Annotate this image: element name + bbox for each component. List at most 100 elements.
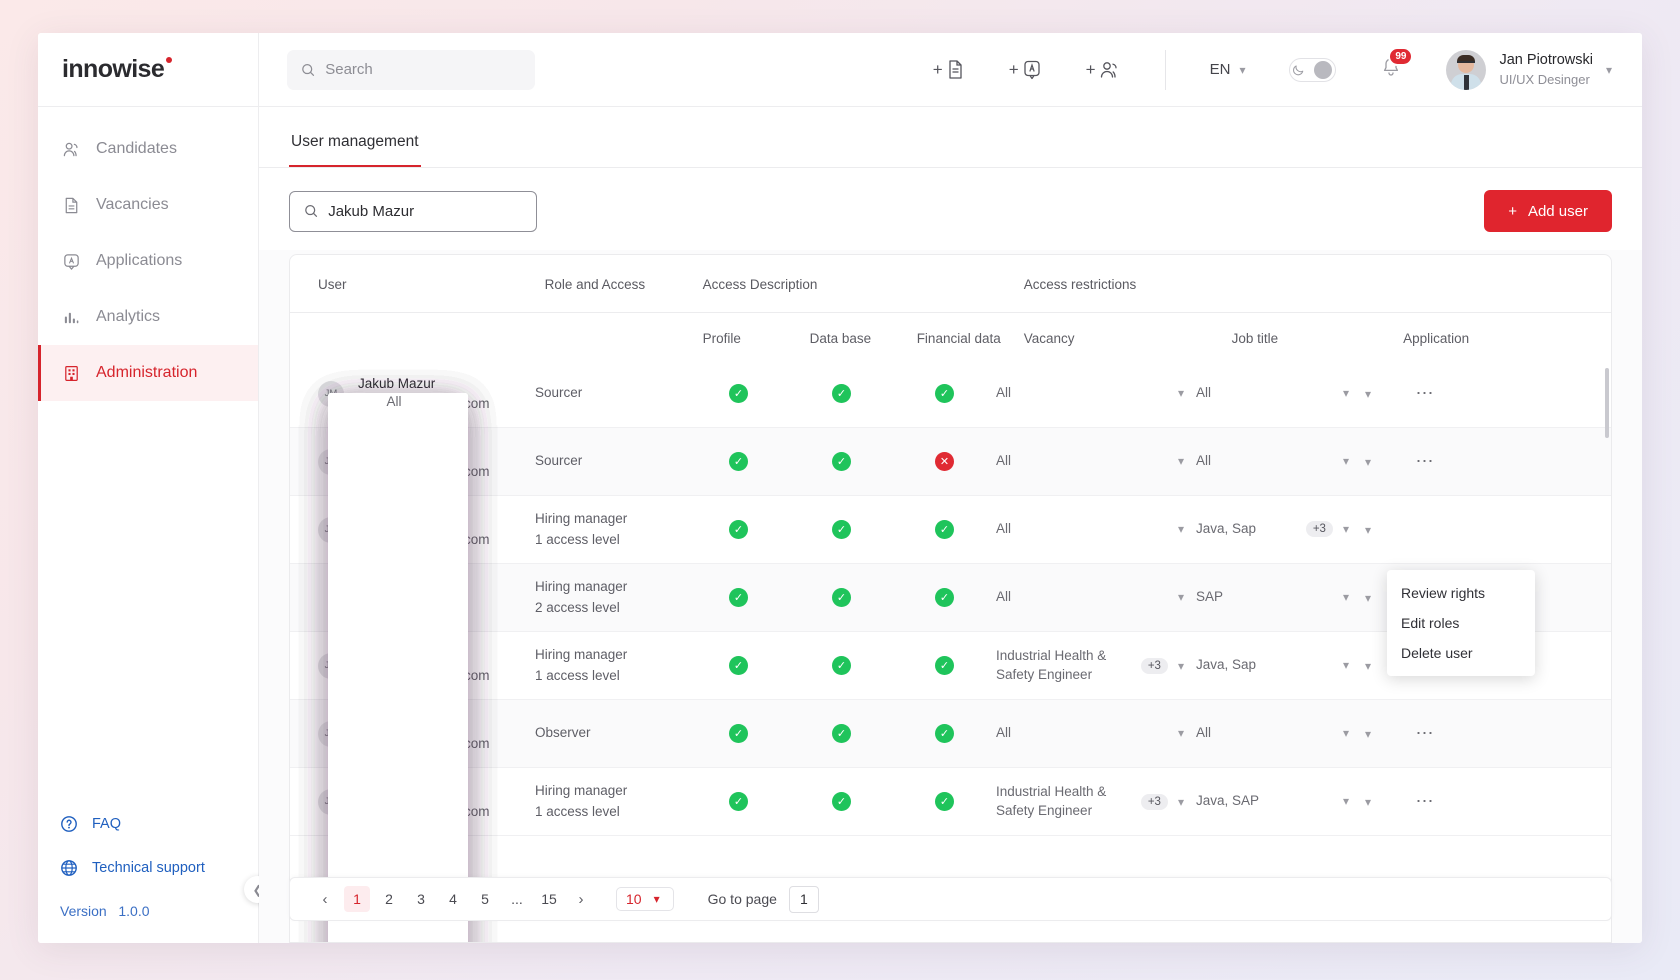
row-actions-button[interactable]: ⋯: [1395, 451, 1455, 472]
cell-application-caret[interactable]: ▾: [1361, 727, 1395, 741]
cell-application[interactable]: All: [328, 393, 468, 942]
chevron-down-icon[interactable]: ▾: [1339, 794, 1353, 808]
pagination-page[interactable]: 15: [536, 886, 562, 912]
menu-item-delete-user[interactable]: Delete user: [1387, 638, 1535, 668]
menu-item-review-rights[interactable]: Review rights: [1387, 578, 1535, 608]
cell-job-title[interactable]: All ▾: [1196, 724, 1361, 743]
chevron-down-icon[interactable]: ▾: [1174, 726, 1188, 740]
technical-support-link[interactable]: Technical support: [60, 859, 258, 877]
chevron-down-icon[interactable]: ▾: [1339, 658, 1353, 672]
cell-application-caret[interactable]: ▾: [1361, 387, 1395, 401]
chevron-down-icon[interactable]: ▾: [1361, 659, 1375, 673]
sidebar-item-vacancies[interactable]: Vacancies: [38, 177, 258, 233]
sidebar-item-administration[interactable]: Administration: [38, 345, 258, 401]
add-document-button[interactable]: +: [933, 59, 965, 80]
profile-menu[interactable]: Jan Piotrowski UI/UX Desinger ▾: [1446, 49, 1612, 90]
add-user-button[interactable]: + Add user: [1484, 190, 1612, 232]
global-search-input[interactable]: [325, 61, 521, 78]
add-application-button[interactable]: +: [1009, 59, 1042, 80]
cell-financial-data: ✓: [893, 520, 996, 539]
chevron-down-icon[interactable]: ▾: [1339, 726, 1353, 740]
chevron-down-icon[interactable]: ▾: [1174, 659, 1188, 673]
sidebar-item-label: Applications: [96, 252, 183, 269]
chevron-down-icon[interactable]: ▾: [1361, 591, 1375, 605]
row-actions-button[interactable]: ⋯: [1395, 791, 1455, 812]
cell-application-caret[interactable]: ▾: [1361, 795, 1395, 809]
language-selector[interactable]: EN ▾: [1210, 61, 1246, 78]
cell-vacancy[interactable]: All ▾: [996, 520, 1196, 539]
chevron-down-icon[interactable]: ▾: [1339, 590, 1353, 604]
cell-job-title[interactable]: Java, SAP ▾: [1196, 792, 1361, 811]
table-row[interactable]: JMJakub MazurJakub@innowise.comObserver✓…: [290, 393, 1611, 942]
row-actions-button[interactable]: ⋯: [1395, 723, 1455, 744]
cell-job-title[interactable]: Java, Sap ▾: [1196, 656, 1361, 675]
dark-mode-toggle[interactable]: [1289, 57, 1337, 82]
sidebar-item-applications[interactable]: Applications: [38, 233, 258, 289]
toggle-knob: [1314, 60, 1333, 79]
sidebar-item-candidates[interactable]: Candidates: [38, 121, 258, 177]
go-to-page-input[interactable]: [788, 885, 819, 913]
chevron-down-icon[interactable]: ▾: [1361, 727, 1375, 741]
chevron-down-icon[interactable]: ▾: [1339, 522, 1353, 536]
chevron-down-icon[interactable]: ▾: [1339, 454, 1353, 468]
chevron-down-icon[interactable]: ▾: [1361, 523, 1375, 537]
cell-role: Hiring manager 1 access level: [535, 647, 628, 683]
cell-job-title[interactable]: All ▾: [1196, 452, 1361, 471]
pagination-next[interactable]: ›: [568, 886, 594, 912]
faq-link[interactable]: FAQ: [60, 815, 258, 833]
pagination-prev[interactable]: ‹: [312, 886, 338, 912]
cell-vacancy[interactable]: All ▾: [996, 588, 1196, 607]
people-icon: [1100, 62, 1117, 78]
notifications-button[interactable]: 99: [1380, 46, 1414, 84]
menu-item-edit-roles[interactable]: Edit roles: [1387, 608, 1535, 638]
sidebar-item-analytics[interactable]: Analytics: [38, 289, 258, 345]
cross-icon: ✕: [935, 452, 954, 471]
cell-vacancy[interactable]: All ▾: [996, 724, 1196, 743]
chevron-down-icon[interactable]: ▾: [1174, 795, 1188, 809]
pagination-page[interactable]: 4: [440, 886, 466, 912]
user-search-input[interactable]: [328, 202, 522, 220]
chevron-down-icon[interactable]: ▾: [1361, 387, 1375, 401]
cell-profile: ✓: [687, 384, 790, 403]
chevron-down-icon: ▾: [653, 892, 660, 906]
table-row[interactable]: JMJakub MazurJakub@innowise.comHiring ma…: [290, 393, 1611, 942]
table-row[interactable]: JMJakub MazurJakub@innowise.comHiring ma…: [290, 393, 1611, 942]
check-icon: ✓: [729, 656, 748, 675]
cell-vacancy[interactable]: Industrial Health & Safety Engineer +3 ▾: [996, 783, 1196, 821]
cell-application-caret[interactable]: ▾: [1361, 523, 1395, 537]
cell-vacancy[interactable]: All ▾: [996, 384, 1196, 403]
chevron-down-icon[interactable]: ▾: [1174, 522, 1188, 536]
tab-user-management[interactable]: User management: [289, 107, 421, 167]
row-actions-button[interactable]: ⋯: [1395, 383, 1455, 404]
pagination-page[interactable]: 5: [472, 886, 498, 912]
cell-financial-data: ✓: [893, 384, 996, 403]
chevron-down-icon[interactable]: ▾: [1174, 454, 1188, 468]
cell-job-title[interactable]: SAP ▾: [1196, 588, 1361, 607]
vacancy-value: All: [996, 453, 1012, 469]
cell-application-caret[interactable]: ▾: [1361, 455, 1395, 469]
user-search[interactable]: [289, 190, 537, 232]
chevron-down-icon[interactable]: ▾: [1339, 386, 1353, 400]
job-title-value: Java, SAP: [1196, 793, 1260, 809]
check-icon: ✓: [832, 384, 851, 403]
pagination-page[interactable]: 3: [408, 886, 434, 912]
per-page-selector[interactable]: 10 ▾: [616, 887, 674, 911]
pagination-page[interactable]: 1: [344, 886, 370, 912]
sidebar: Candidates Vacancies Applications Analyt…: [38, 107, 271, 943]
cell-job-title[interactable]: All ▾: [1196, 384, 1361, 403]
table-row[interactable]: JMJakub MazurJakub@innowise.comSourcer✓✓…: [290, 393, 1611, 942]
check-icon: ✓: [729, 520, 748, 539]
vertical-scrollbar[interactable]: [1605, 368, 1609, 438]
chevron-down-icon[interactable]: ▾: [1361, 795, 1375, 809]
add-candidate-button[interactable]: +: [1086, 59, 1121, 80]
global-search[interactable]: [287, 49, 535, 90]
cell-vacancy[interactable]: All ▾: [996, 452, 1196, 471]
innowise-logo[interactable]: innowise: [62, 55, 173, 84]
pagination-page[interactable]: 2: [376, 886, 402, 912]
chevron-down-icon[interactable]: ▾: [1361, 455, 1375, 469]
table-row[interactable]: JMJakub MazurJakub@innowise.comSourcer✓✓…: [290, 360, 1611, 942]
chevron-down-icon[interactable]: ▾: [1174, 590, 1188, 604]
cell-job-title[interactable]: Java, Sap +3 ▾: [1196, 520, 1361, 539]
chevron-down-icon[interactable]: ▾: [1174, 386, 1188, 400]
cell-vacancy[interactable]: Industrial Health & Safety Engineer +3 ▾: [996, 647, 1196, 685]
